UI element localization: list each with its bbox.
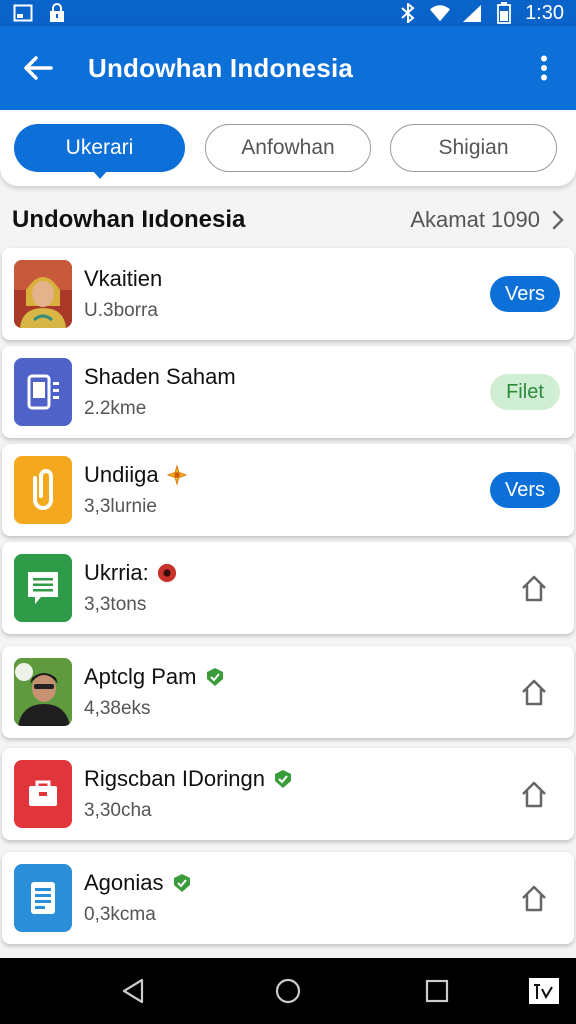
filet-button[interactable]: Filet: [490, 374, 560, 410]
more-options-button[interactable]: [528, 46, 560, 90]
item-subtitle: 3,30cha: [84, 800, 152, 821]
item-subtitle: 3,3lurnie: [84, 496, 157, 517]
item-name: Ukrria:: [84, 560, 149, 585]
item-subtitle: 3,3tons: [84, 594, 147, 615]
home-button[interactable]: [512, 670, 556, 714]
section-see-all-link[interactable]: Akamat 1090: [410, 207, 564, 233]
list-item[interactable]: Vkaitien U.3borra Vers: [2, 248, 574, 340]
item-name: Rigscban IDoringn: [84, 766, 265, 791]
tab-anfowhan[interactable]: Anfowhan: [205, 124, 371, 172]
verified-badge-icon: [205, 667, 225, 687]
location-pin-icon: [157, 563, 177, 583]
list-item[interactable]: Undiiga 3,3lurnie Vers: [2, 444, 574, 536]
bluetooth-icon: [397, 3, 419, 23]
section-link-label: Akamat 1090: [410, 207, 540, 232]
page-title: Undowhan Indonesia: [88, 52, 354, 83]
list-item[interactable]: Aptclg Pam 4,38eks: [2, 646, 574, 738]
battery-icon: [493, 2, 515, 24]
screenshot-icon: [12, 3, 34, 23]
signal-icon: [461, 3, 483, 23]
bag-app-icon: [14, 760, 72, 828]
lock-icon: [46, 3, 68, 23]
message-app-icon: [14, 554, 72, 622]
list-item[interactable]: Ukrria: 3,3tons: [2, 542, 574, 634]
item-name-row: Ukrria:: [84, 560, 177, 586]
item-name-row: Undiiga: [84, 462, 187, 488]
wifi-icon: [429, 3, 451, 23]
nav-home-button[interactable]: [268, 971, 308, 1011]
home-icon: [522, 885, 546, 912]
tab-shigian[interactable]: Shigian: [390, 124, 557, 172]
home-button[interactable]: [512, 566, 556, 610]
document-app-icon: [14, 864, 72, 932]
item-name: Shaden Saham: [84, 364, 236, 389]
avatar: [14, 658, 72, 726]
avatar: [14, 260, 72, 328]
nav-extra-button[interactable]: [524, 971, 564, 1011]
circle-home-icon: [275, 978, 301, 1004]
chevron-right-icon: [552, 210, 564, 230]
section-title: Undowhan Iıdonesia: [12, 206, 246, 233]
list-item[interactable]: Rigscban IDoringn 3,30cha: [2, 748, 574, 840]
back-button[interactable]: [16, 46, 60, 90]
home-icon: [522, 575, 546, 602]
item-name-row: Agonias: [84, 870, 192, 896]
item-name-row: Rigscban IDoringn: [84, 766, 293, 792]
item-name-row: Aptclg Pam: [84, 664, 225, 690]
item-name: Agonias: [84, 870, 164, 895]
home-icon: [522, 781, 546, 808]
item-name: Aptclg Pam: [84, 664, 197, 689]
verified-badge-icon: [273, 769, 293, 789]
home-button[interactable]: [512, 772, 556, 816]
item-name: Vkaitien: [84, 266, 163, 291]
home-icon: [522, 679, 546, 706]
home-button[interactable]: [512, 876, 556, 920]
verified-badge-icon: [172, 873, 192, 893]
list-item[interactable]: Agonias 0,3kcma: [2, 852, 574, 944]
item-subtitle: 4,38eks: [84, 698, 151, 719]
view-button[interactable]: Vers: [490, 472, 560, 508]
nav-recents-button[interactable]: [417, 971, 457, 1011]
item-subtitle: U.3borra: [84, 300, 158, 321]
item-name: Undiiga: [84, 462, 159, 487]
clip-app-icon: [14, 456, 72, 524]
item-subtitle: 2.2kme: [84, 398, 147, 419]
status-time: 1:30: [525, 1, 564, 24]
app-bar: Undowhan Indonesia: [0, 26, 576, 110]
more-vert-icon: [541, 55, 547, 81]
triangle-back-icon: [122, 978, 144, 1004]
nav-back-button[interactable]: [113, 971, 153, 1011]
list-item[interactable]: Shaden Saham 2.2kme Filet: [2, 346, 574, 438]
arrow-left-icon: [24, 56, 53, 80]
tab-bar: Ukerari Anfowhan Shigian: [0, 110, 576, 186]
tab-ukerari[interactable]: Ukerari: [14, 124, 185, 179]
square-recents-icon: [425, 979, 449, 1003]
phone-app-icon: [14, 358, 72, 426]
sparkle-icon: [166, 464, 187, 486]
system-nav-bar: [0, 958, 576, 1024]
keyboard-switch-icon: [529, 978, 559, 1004]
item-subtitle: 0,3kcma: [84, 904, 156, 925]
view-button[interactable]: Vers: [490, 276, 560, 312]
section-header: Undowhan Iıdonesia Akamat 1090: [0, 196, 576, 244]
status-bar: 1:30: [0, 0, 576, 26]
